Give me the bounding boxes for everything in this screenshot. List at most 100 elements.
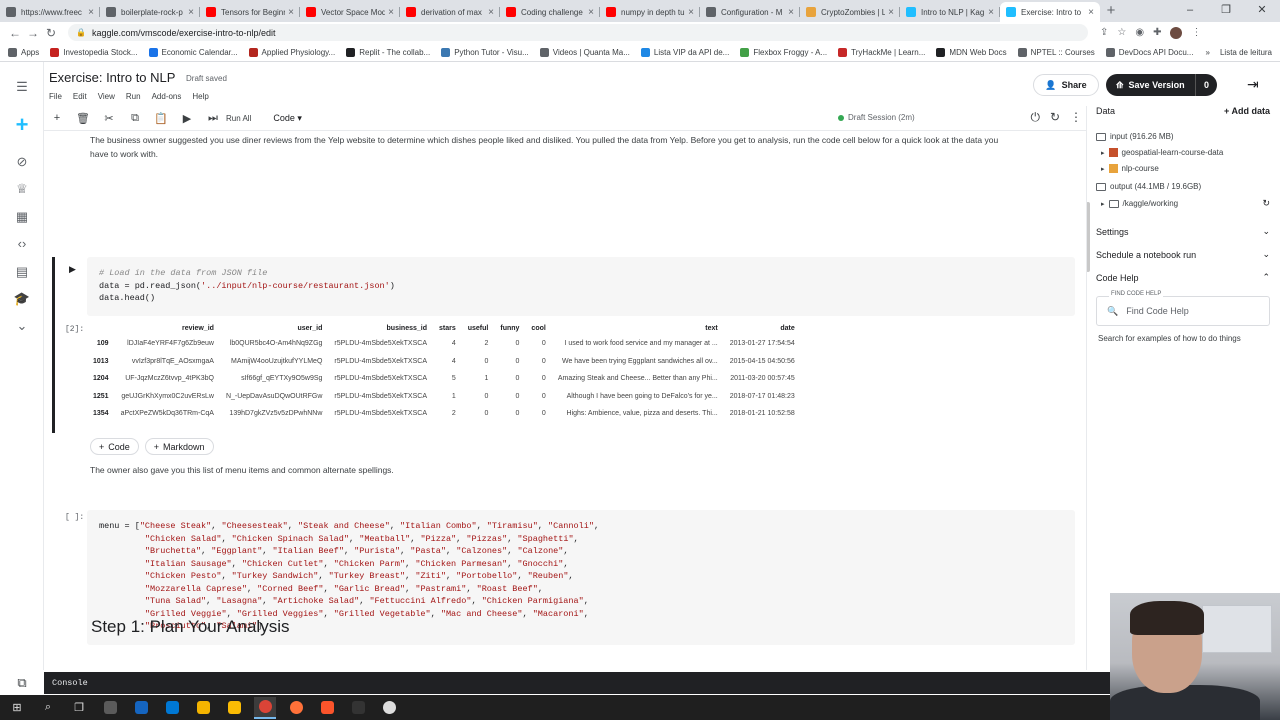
run-all-button[interactable]: Run All	[226, 114, 251, 123]
bookmark-item[interactable]: Flexbox Froggy - A...	[740, 47, 827, 57]
run-cell-play-icon[interactable]: ▶	[69, 264, 76, 275]
input-folder[interactable]: input (916.26 MB)	[1096, 132, 1270, 141]
code-icon[interactable]: ‹›	[11, 235, 33, 253]
restart-icon[interactable]: ↻	[1050, 110, 1060, 125]
bookmark-item[interactable]: Apps	[8, 47, 39, 57]
bookmark-item[interactable]: MDN Web Docs	[936, 47, 1007, 57]
share-page-icon[interactable]: ⇪	[1100, 27, 1108, 39]
add-markdown-cell-button[interactable]: + Markdown	[144, 438, 214, 455]
bookmark-star-icon[interactable]: ☆	[1117, 27, 1126, 39]
collapse-panel-icon[interactable]: ⇥	[1247, 76, 1259, 93]
close-window-icon[interactable]: ✕	[1244, 0, 1280, 22]
hamburger-menu-icon[interactable]: ☰	[11, 78, 33, 96]
bookmark-item[interactable]: NPTEL :: Courses	[1017, 47, 1095, 57]
bookmark-item[interactable]: TryHackMe | Learn...	[838, 47, 925, 57]
browser-tab[interactable]: numpy in depth tu ×	[600, 2, 700, 22]
windows-start-icon[interactable]: ⊞	[6, 697, 28, 719]
tab-close-icon[interactable]: ×	[388, 7, 394, 18]
settings-section[interactable]: Settings ⌄	[1096, 226, 1270, 237]
copy-icon[interactable]: ⧉	[122, 112, 148, 125]
tab-close-icon[interactable]: ×	[988, 7, 994, 18]
task-view-icon[interactable]: ❐	[68, 697, 90, 719]
bookmark-item[interactable]: Applied Physiology...	[248, 47, 335, 57]
chrome-icon[interactable]	[254, 696, 276, 719]
tab-close-icon[interactable]: ×	[688, 7, 694, 18]
compass-icon[interactable]: ⊘	[11, 153, 33, 171]
learn-icon[interactable]: 🎓	[11, 290, 33, 308]
chevron-down-icon[interactable]: ⌄	[1262, 249, 1270, 260]
bookmarks-more-icon[interactable]: »	[1206, 48, 1210, 57]
browser-tab[interactable]: https://www.freec ×	[0, 2, 100, 22]
add-cell-icon[interactable]: +	[44, 112, 70, 124]
firefox-icon[interactable]	[285, 697, 307, 719]
browser-tab[interactable]: Exercise: Intro to ×	[1000, 2, 1100, 22]
terminal-icon[interactable]	[347, 697, 369, 719]
bookmark-item[interactable]: Videos | Quanta Ma...	[539, 47, 630, 57]
url-text[interactable]: kaggle.com/vmscode/exercise-intro-to-nlp…	[92, 28, 276, 38]
add-code-cell-button[interactable]: + Code	[90, 438, 139, 455]
download-app-icon[interactable]	[223, 697, 245, 719]
code-help-section[interactable]: Code Help ⌃	[1096, 272, 1270, 283]
output-folder[interactable]: output (44.1MB / 19.6GB)	[1096, 182, 1270, 191]
bookmark-item[interactable]: Economic Calendar...	[148, 47, 238, 57]
cut-icon[interactable]: ✂	[96, 112, 122, 125]
browser-tab[interactable]: Intro to NLP | Kag ×	[900, 2, 1000, 22]
schedule-section[interactable]: Schedule a notebook run ⌄	[1096, 249, 1270, 260]
tab-close-icon[interactable]: ×	[588, 7, 594, 18]
bookmark-item[interactable]: Python Tutor - Visu...	[441, 47, 529, 57]
more-chevron-icon[interactable]: ⌄	[11, 317, 33, 335]
expand-arrow-icon[interactable]: ▸	[1101, 149, 1105, 157]
bookmark-item[interactable]: DevDocs API Docu...	[1105, 47, 1193, 57]
browser-tab[interactable]: CryptoZombies | L ×	[800, 2, 900, 22]
browser-tab[interactable]: Vector Space Mod ×	[300, 2, 400, 22]
run-cell-icon[interactable]: ▶	[174, 112, 200, 125]
back-icon[interactable]: ←	[6, 26, 24, 40]
browser-tab[interactable]: derivation of max ×	[400, 2, 500, 22]
clock-app-icon[interactable]	[378, 697, 400, 719]
output-item-working[interactable]: ▸ /kaggle/working ↻	[1101, 198, 1270, 209]
calculator-icon[interactable]	[99, 697, 121, 719]
menu-item-file[interactable]: File	[49, 92, 62, 101]
app-blue-icon[interactable]	[130, 697, 152, 719]
browser-tab[interactable]: Configuration - M ×	[700, 2, 800, 22]
menu-item-help[interactable]: Help	[192, 92, 208, 101]
profile-avatar[interactable]	[1170, 26, 1183, 39]
menu-item-edit[interactable]: Edit	[73, 92, 87, 101]
browser-tab[interactable]: Coding challenge ×	[500, 2, 600, 22]
tab-close-icon[interactable]: ×	[88, 7, 94, 18]
brave-icon[interactable]	[316, 697, 338, 719]
tab-close-icon[interactable]: ×	[1088, 7, 1094, 18]
console-toggle-icon[interactable]: ⧉	[0, 670, 44, 695]
url-bar[interactable]: 🔒 kaggle.com/vmscode/exercise-intro-to-n…	[68, 24, 1088, 41]
session-status[interactable]: Draft Session (2m)	[838, 113, 915, 122]
add-data-button[interactable]: + Add data	[1224, 106, 1270, 116]
reading-list-link[interactable]: Lista de leitura	[1220, 48, 1272, 57]
lock-icon[interactable]: 🔒	[76, 28, 86, 37]
reload-icon[interactable]: ↻	[42, 26, 60, 40]
trophy-icon[interactable]: ♕	[11, 180, 33, 198]
paste-icon[interactable]: 📋	[148, 112, 174, 125]
file-explorer-icon[interactable]	[192, 697, 214, 719]
code-cell-load-data[interactable]: # Load in the data from JSON file data =…	[87, 257, 1075, 316]
extension-icon[interactable]: ◉	[1135, 27, 1144, 39]
extensions-puzzle-icon[interactable]: ✚	[1153, 27, 1161, 39]
maximize-icon[interactable]: ❐	[1208, 0, 1244, 22]
taskbar-search-icon[interactable]: ⌕	[37, 697, 59, 719]
tab-close-icon[interactable]: ×	[188, 7, 194, 18]
browser-tab[interactable]: boilerplate-rock-p ×	[100, 2, 200, 22]
forward-icon[interactable]: →	[24, 26, 42, 40]
bookmark-item[interactable]: Lista VIP da API de...	[640, 47, 729, 57]
browser-tab[interactable]: Tensors for Beginn ×	[200, 2, 300, 22]
table-icon[interactable]: ▦	[11, 208, 33, 226]
run-all-icon[interactable]: ⏭	[200, 112, 226, 125]
store-icon[interactable]	[161, 697, 183, 719]
notebook-title[interactable]: Exercise: Intro to NLP	[49, 70, 175, 85]
tab-close-icon[interactable]: ×	[288, 7, 294, 18]
new-tab-button[interactable]: +	[1100, 2, 1122, 22]
discussion-icon[interactable]: ▤	[11, 263, 33, 281]
browser-menu-icon[interactable]: ⋮	[1191, 27, 1201, 39]
expand-arrow-icon[interactable]: ▸	[1101, 200, 1105, 208]
bookmark-item[interactable]: Investopedia Stock...	[50, 47, 138, 57]
share-button[interactable]: 👤 Share	[1033, 74, 1099, 96]
chevron-down-icon[interactable]: ⌄	[1262, 226, 1270, 237]
